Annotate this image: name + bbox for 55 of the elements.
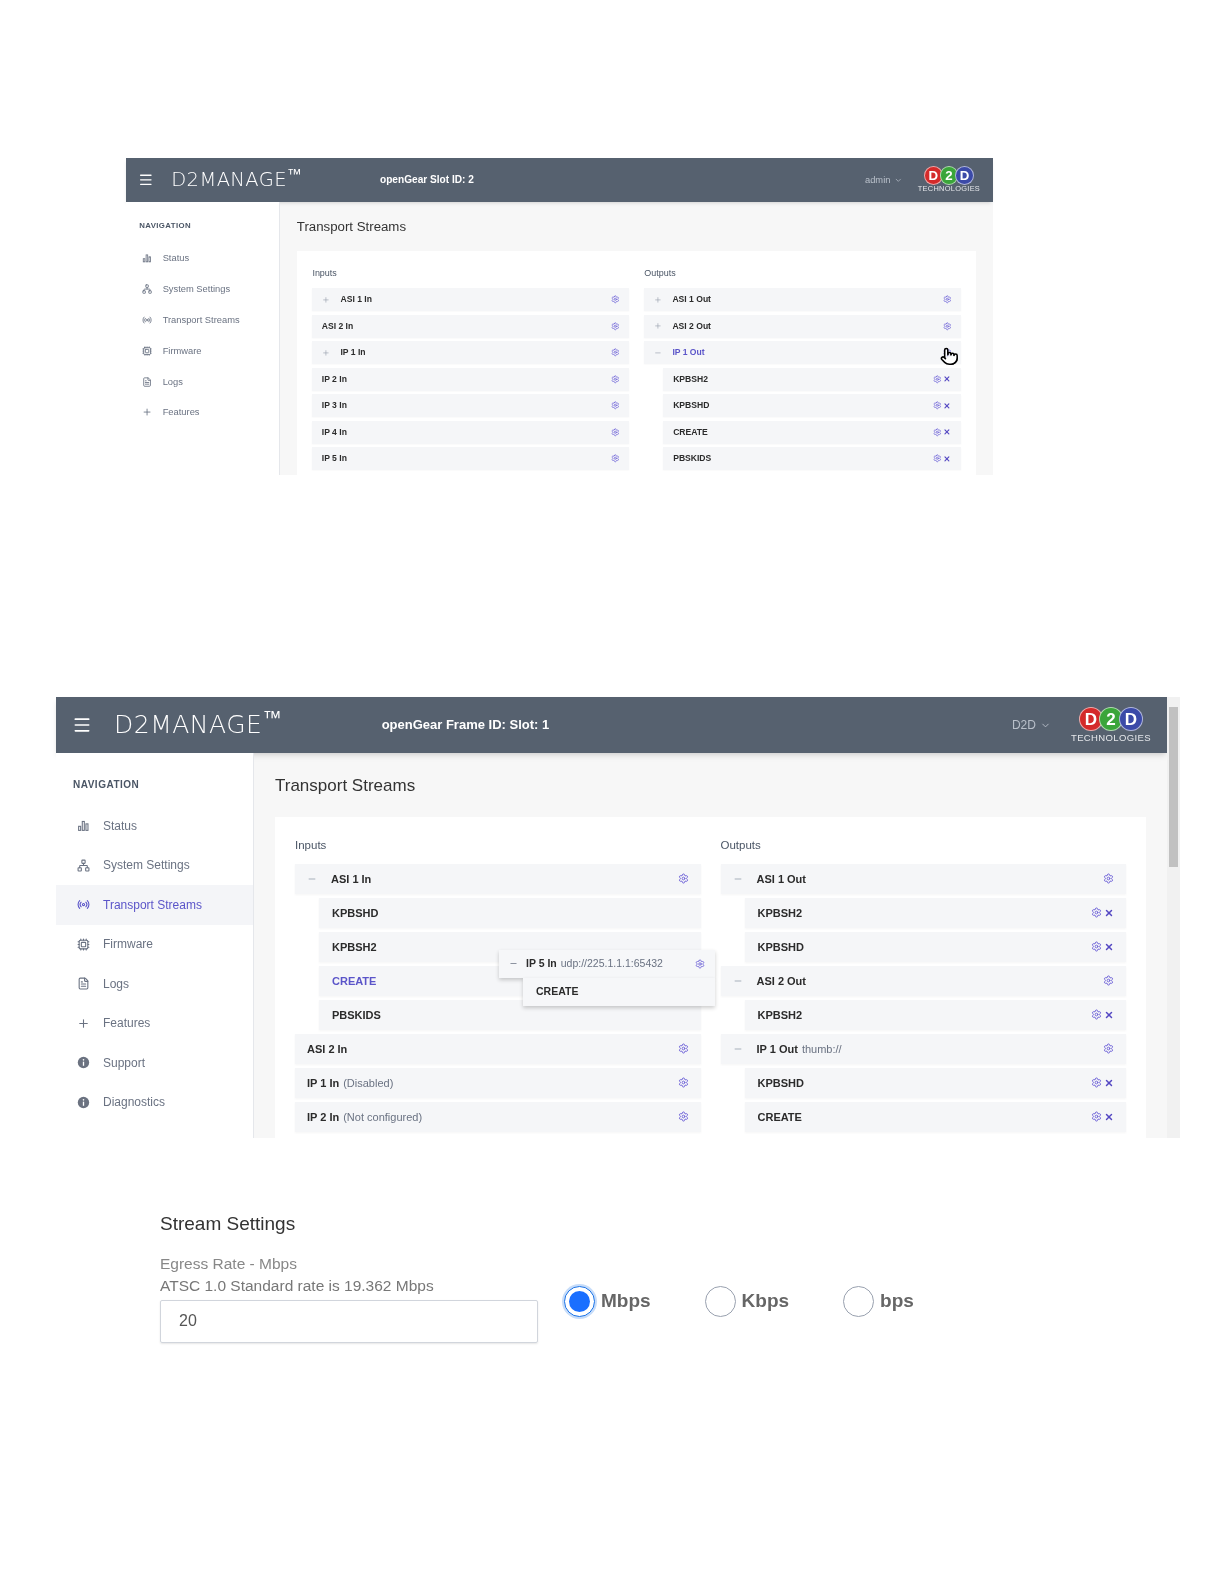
brand-logo: D2MANAGE$^{™}$: [171, 165, 302, 194]
stream-label: ASI 2 Out: [672, 319, 711, 333]
stream-label: CREATE: [332, 973, 377, 989]
column-heading: Inputs: [295, 837, 328, 853]
logo-tagline: TECHNOLOGIES: [1070, 732, 1151, 744]
device-title: openGear Frame ID: Slot: 1: [381, 716, 550, 735]
page-title: Transport Streams: [275, 775, 417, 798]
stream-label: ASI 1 In: [331, 871, 372, 887]
page-title: Transport Streams: [296, 218, 408, 237]
stream-label: KPBSHD: [757, 939, 804, 955]
stream-label: IP 1 In: [340, 346, 366, 360]
stream-label: ASI 1 Out: [672, 293, 711, 307]
stream-label: CREATE: [757, 1109, 802, 1125]
stream-label: ASI 1 Out: [756, 871, 806, 887]
logo-letter: D: [1118, 707, 1143, 732]
field-label: Egress Rate - Mbps: [160, 1253, 298, 1274]
stream-note: thumb://: [801, 1041, 842, 1057]
section-title: Stream Settings: [160, 1212, 297, 1237]
stream-label: IP 2 In: [307, 1109, 340, 1125]
stream-label: PBSKIDS: [332, 1007, 381, 1023]
stream-label: KPBSHD: [673, 399, 710, 413]
logo-letter: D: [955, 165, 974, 185]
stream-label: CREATE: [536, 983, 579, 999]
stream-label: KPBSH2: [673, 372, 708, 386]
stream-label: PBSKIDS: [673, 452, 712, 466]
stream-label: IP 1 In: [307, 1075, 340, 1091]
field-hint: ATSC 1.0 Standard rate is 19.362 Mbps: [160, 1275, 435, 1296]
stream-label: ASI 1 In: [340, 293, 372, 307]
stream-label: IP 3 In: [321, 399, 347, 413]
column-heading: Outputs: [644, 266, 677, 280]
stream-label: ASI 2 In: [307, 1041, 348, 1057]
stream-label: IP 2 In: [321, 372, 347, 386]
device-title: openGear Slot ID: 2: [379, 173, 474, 188]
stream-label: IP 4 In: [321, 425, 347, 439]
stream-label: KPBSH2: [757, 905, 803, 921]
stream-label: IP 1 Out: [756, 1041, 798, 1057]
brand-logo: D2MANAGE$^{™}$: [114, 706, 282, 742]
stream-label: IP 1 Out: [672, 346, 705, 360]
stream-label: KPBSH2: [332, 939, 377, 955]
stream-label: IP 5 In: [321, 452, 347, 466]
stream-note: (Disabled): [343, 1075, 394, 1091]
nav-heading: NAVIGATION: [138, 220, 192, 233]
stream-note: (Not configured): [343, 1109, 423, 1125]
stream-label: CREATE: [673, 425, 708, 439]
column-heading: Inputs: [312, 266, 338, 280]
logo-letter: D: [923, 165, 943, 185]
stream-label: KPBSHD: [332, 905, 379, 921]
stream-label: KPBSHD: [757, 1075, 804, 1091]
column-heading: Outputs: [720, 837, 762, 853]
stream-label: ASI 2 Out: [756, 973, 806, 989]
logo-letter: 2: [1098, 707, 1123, 732]
stream-label: ASI 2 In: [321, 319, 354, 333]
logo-letter: D: [1078, 707, 1103, 732]
nav-heading: NAVIGATION: [72, 778, 141, 793]
stream-label: KPBSH2: [757, 1007, 803, 1023]
